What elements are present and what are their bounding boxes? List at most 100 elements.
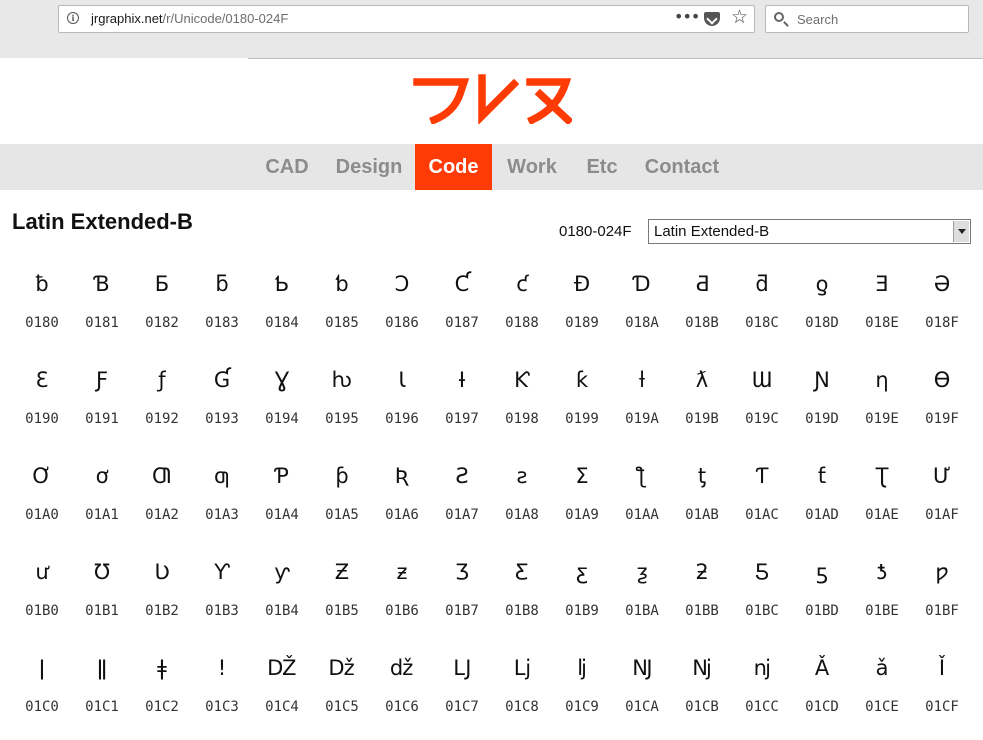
char-cell[interactable]: ƽ 01BD xyxy=(792,548,852,644)
char-cell[interactable]: ǆ 01C6 xyxy=(372,644,432,740)
char-cell[interactable]: Ǆ 01C4 xyxy=(252,644,312,740)
char-cell[interactable]: Ʒ 01B7 xyxy=(432,548,492,644)
nav-item-design[interactable]: Design xyxy=(328,144,410,190)
page-actions-more-icon[interactable]: ••• xyxy=(674,7,700,26)
url-text[interactable]: jrgraphix.net/r/Unicode/0180-024F xyxy=(91,11,288,26)
char-cell[interactable]: ƿ 01BF xyxy=(912,548,972,644)
char-cell[interactable]: Ơ 01A0 xyxy=(12,452,72,548)
char-cell[interactable]: Ǎ 01CD xyxy=(792,644,852,740)
char-cell[interactable]: ƥ 01A5 xyxy=(312,452,372,548)
char-cell[interactable]: ƛ 019B xyxy=(672,356,732,452)
char-cell[interactable]: Ɠ 0193 xyxy=(192,356,252,452)
char-cell[interactable]: Ƅ 0184 xyxy=(252,260,312,356)
char-cell[interactable]: Ƭ 01AC xyxy=(732,452,792,548)
char-code: 01A3 xyxy=(205,507,239,523)
char-cell[interactable]: ƫ 01AB xyxy=(672,452,732,548)
char-cell[interactable]: Ƣ 01A2 xyxy=(132,452,192,548)
char-cell[interactable]: ƶ 01B6 xyxy=(372,548,432,644)
char-cell[interactable]: ǉ 01C9 xyxy=(552,644,612,740)
char-cell[interactable]: Ǌ 01CA xyxy=(612,644,672,740)
char-cell[interactable]: Ɯ 019C xyxy=(732,356,792,452)
char-code: 01A6 xyxy=(385,507,419,523)
char-cell[interactable]: Ɓ 0181 xyxy=(72,260,132,356)
char-cell[interactable]: ƺ 01BA xyxy=(612,548,672,644)
char-cell[interactable]: ǃ 01C3 xyxy=(192,644,252,740)
nav-item-cad[interactable]: CAD xyxy=(256,144,318,190)
char-cell[interactable]: Ɵ 019F xyxy=(912,356,972,452)
char-cell[interactable]: ǂ 01C2 xyxy=(132,644,192,740)
char-cell[interactable]: ƻ 01BB xyxy=(672,548,732,644)
char-cell[interactable]: ƣ 01A3 xyxy=(192,452,252,548)
char-code: 019D xyxy=(805,411,839,427)
char-cell[interactable]: Ʋ 01B2 xyxy=(132,548,192,644)
char-cell[interactable]: Ʃ 01A9 xyxy=(552,452,612,548)
char-cell[interactable]: Ƌ 018B xyxy=(672,260,732,356)
char-cell[interactable]: ǎ 01CE xyxy=(852,644,912,740)
char-cell[interactable]: Ư 01AF xyxy=(912,452,972,548)
char-cell[interactable]: ǁ 01C1 xyxy=(72,644,132,740)
char-cell[interactable]: Ƴ 01B3 xyxy=(192,548,252,644)
char-cell[interactable]: Ʊ 01B1 xyxy=(72,548,132,644)
nav-item-code[interactable]: Code xyxy=(415,144,492,190)
char-cell[interactable]: Ƙ 0198 xyxy=(492,356,552,452)
char-cell[interactable]: Ƨ 01A7 xyxy=(432,452,492,548)
char-cell[interactable]: ƃ 0183 xyxy=(192,260,252,356)
char-cell[interactable]: ƀ 0180 xyxy=(12,260,72,356)
char-cell[interactable]: ǅ 01C5 xyxy=(312,644,372,740)
char-cell[interactable]: ƍ 018D xyxy=(792,260,852,356)
char-cell[interactable]: Ɔ 0186 xyxy=(372,260,432,356)
char-cell[interactable]: Ƶ 01B5 xyxy=(312,548,372,644)
char-cell[interactable]: Ƒ 0191 xyxy=(72,356,132,452)
char-cell[interactable]: ǀ 01C0 xyxy=(12,644,72,740)
char-cell[interactable]: Ɗ 018A xyxy=(612,260,672,356)
char-cell[interactable]: ƪ 01AA xyxy=(612,452,672,548)
char-cell[interactable]: Ə 018F xyxy=(912,260,972,356)
bookmark-star-icon[interactable]: ☆ xyxy=(731,6,748,28)
char-cell[interactable]: Ɩ 0196 xyxy=(372,356,432,452)
char-cell[interactable]: Ʀ 01A6 xyxy=(372,452,432,548)
pocket-icon[interactable] xyxy=(704,12,720,26)
char-cell[interactable]: ƒ 0192 xyxy=(132,356,192,452)
char-cell[interactable]: Ǉ 01C7 xyxy=(432,644,492,740)
char-cell[interactable]: Ɣ 0194 xyxy=(252,356,312,452)
char-cell[interactable]: Ƥ 01A4 xyxy=(252,452,312,548)
char-cell[interactable]: Ƃ 0182 xyxy=(132,260,192,356)
char-cell[interactable]: ƕ 0195 xyxy=(312,356,372,452)
site-logo[interactable] xyxy=(412,74,572,124)
chevron-down-icon[interactable] xyxy=(953,221,969,242)
char-cell[interactable]: Ɛ 0190 xyxy=(12,356,72,452)
char-cell[interactable]: ƭ 01AD xyxy=(792,452,852,548)
char-cell[interactable]: Ɨ 0197 xyxy=(432,356,492,452)
char-cell[interactable]: ǈ 01C8 xyxy=(492,644,552,740)
char-cell[interactable]: Ɲ 019D xyxy=(792,356,852,452)
char-cell[interactable]: ơ 01A1 xyxy=(72,452,132,548)
char-cell[interactable]: ƌ 018C xyxy=(732,260,792,356)
char-cell[interactable]: ƞ 019E xyxy=(852,356,912,452)
char-cell[interactable]: ǋ 01CB xyxy=(672,644,732,740)
nav-item-work[interactable]: Work xyxy=(497,144,567,190)
site-info-icon[interactable]: i xyxy=(67,12,79,24)
char-cell[interactable]: ƨ 01A8 xyxy=(492,452,552,548)
char-code: 01A2 xyxy=(145,507,179,523)
browser-search-bar[interactable]: Search xyxy=(765,5,969,33)
char-cell[interactable]: ƹ 01B9 xyxy=(552,548,612,644)
char-cell[interactable]: ƴ 01B4 xyxy=(252,548,312,644)
unicode-block-select[interactable]: Latin Extended-B xyxy=(648,219,971,244)
char-cell[interactable]: Ƽ 01BC xyxy=(732,548,792,644)
nav-item-etc[interactable]: Etc xyxy=(577,144,627,190)
char-cell[interactable]: Ǝ 018E xyxy=(852,260,912,356)
char-cell[interactable]: Ǐ 01CF xyxy=(912,644,972,740)
char-cell[interactable]: Ƹ 01B8 xyxy=(492,548,552,644)
char-cell[interactable]: Ʈ 01AE xyxy=(852,452,912,548)
char-cell[interactable]: ƾ 01BE xyxy=(852,548,912,644)
char-cell[interactable]: ƚ 019A xyxy=(612,356,672,452)
char-cell[interactable]: Ɖ 0189 xyxy=(552,260,612,356)
address-bar[interactable]: i jrgraphix.net/r/Unicode/0180-024F ••• … xyxy=(58,5,755,33)
char-cell[interactable]: ǌ 01CC xyxy=(732,644,792,740)
char-cell[interactable]: Ƈ 0187 xyxy=(432,260,492,356)
char-cell[interactable]: ƙ 0199 xyxy=(552,356,612,452)
char-cell[interactable]: ư 01B0 xyxy=(12,548,72,644)
char-cell[interactable]: ƅ 0185 xyxy=(312,260,372,356)
char-cell[interactable]: ƈ 0188 xyxy=(492,260,552,356)
nav-item-contact[interactable]: Contact xyxy=(637,144,727,190)
